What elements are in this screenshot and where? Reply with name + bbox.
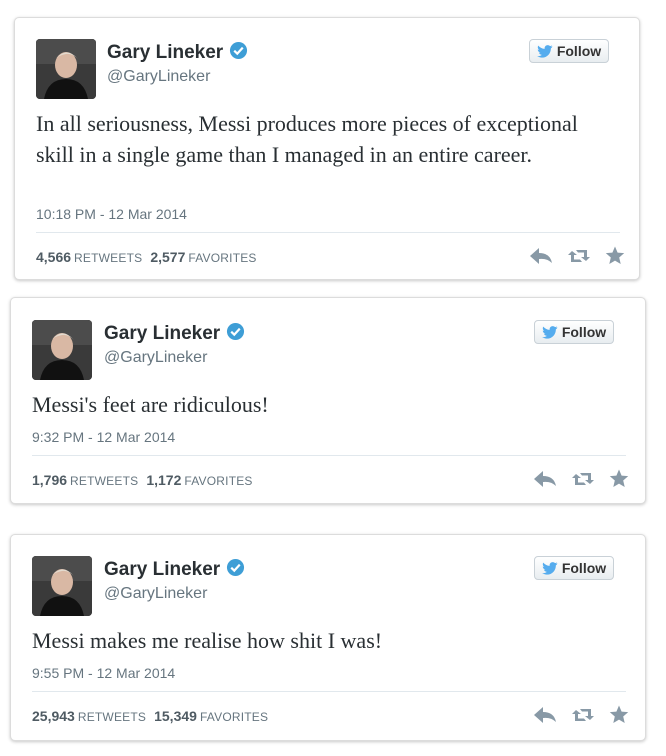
tweet-timestamp[interactable]: 10:18 PM - 12 Mar 2014 [36,206,187,222]
tweet-actions [529,246,625,270]
favorite-count[interactable]: 1,172 [146,472,181,488]
verified-icon [226,322,245,347]
reply-icon[interactable] [533,470,557,493]
author-handle[interactable]: @GaryLineker [104,349,207,367]
verified-icon [226,558,245,583]
tweet-card: Gary Lineker @GaryLineker Follow Messi's… [10,297,646,504]
author-handle[interactable]: @GaryLineker [104,585,207,603]
tweet-text: In all seriousness, Messi produces more … [36,111,578,167]
tweet-card: Gary Lineker @GaryLineker Follow Messi m… [10,534,646,741]
twitter-bird-icon [541,561,558,575]
retweet-icon[interactable] [571,470,595,493]
retweets-label[interactable]: RETWEETS [70,474,138,488]
follow-label: Follow [561,560,607,576]
author-name[interactable]: Gary Lineker [107,41,248,66]
twitter-bird-icon [536,44,553,58]
follow-button[interactable]: Follow [529,39,609,63]
tweet-stats: 25,943 RETWEETS 15,349 FAVORITES [32,708,276,724]
follow-button[interactable]: Follow [534,556,614,580]
tweet-timestamp[interactable]: 9:55 PM - 12 Mar 2014 [32,665,175,681]
follow-label: Follow [561,324,607,340]
avatar[interactable] [32,556,92,616]
favorites-label[interactable]: FAVORITES [200,710,268,724]
verified-icon [229,41,248,66]
retweet-icon[interactable] [567,247,591,270]
favorite-count[interactable]: 2,577 [150,249,185,265]
avatar[interactable] [32,320,92,380]
follow-label: Follow [556,43,602,59]
retweet-count[interactable]: 25,943 [32,708,75,724]
retweet-count[interactable]: 1,796 [32,472,67,488]
tweet-text: Messi's feet are ridiculous! [32,392,269,417]
twitter-bird-icon [541,325,558,339]
author-handle[interactable]: @GaryLineker [107,68,210,86]
tweet-timestamp[interactable]: 9:32 PM - 12 Mar 2014 [32,429,175,445]
author-name[interactable]: Gary Lineker [104,558,245,583]
retweet-count[interactable]: 4,566 [36,249,71,265]
favorites-label[interactable]: FAVORITES [184,474,252,488]
avatar[interactable] [36,39,96,99]
retweets-label[interactable]: RETWEETS [74,251,142,265]
tweet-stats: 4,566 RETWEETS 2,577 FAVORITES [36,249,265,265]
favorite-icon[interactable] [605,246,625,270]
author-name[interactable]: Gary Lineker [104,322,245,347]
follow-button[interactable]: Follow [534,320,614,344]
retweets-label[interactable]: RETWEETS [78,710,146,724]
favorites-label[interactable]: FAVORITES [188,251,256,265]
retweet-icon[interactable] [571,706,595,729]
divider [32,455,626,456]
favorite-icon[interactable] [609,705,629,729]
favorite-count[interactable]: 15,349 [154,708,197,724]
tweet-card: Gary Lineker @GaryLineker Follow In all … [14,17,640,280]
tweet-actions [533,705,629,729]
favorite-icon[interactable] [609,469,629,493]
tweet-actions [533,469,629,493]
divider [36,232,620,233]
tweet-stats: 1,796 RETWEETS 1,172 FAVORITES [32,472,261,488]
tweet-text: Messi makes me realise how shit I was! [32,628,383,653]
reply-icon[interactable] [529,247,553,270]
divider [32,691,626,692]
reply-icon[interactable] [533,706,557,729]
